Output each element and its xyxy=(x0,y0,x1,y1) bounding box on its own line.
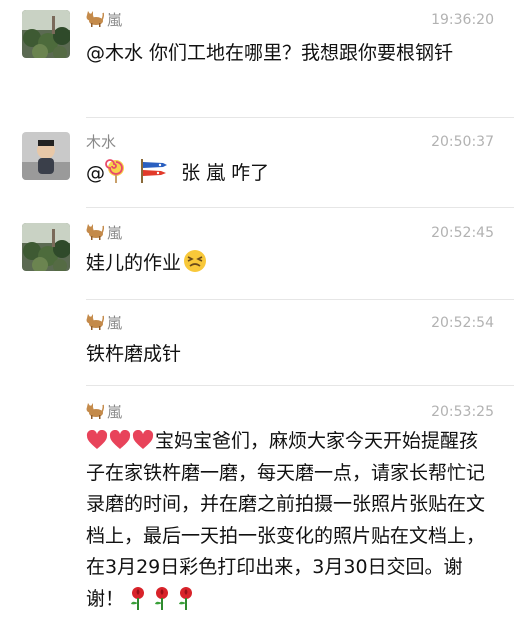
message-2: 木水 20:50:37 @ 张 嵐 咋了 xyxy=(0,132,514,202)
timestamp: 20:50:37 xyxy=(431,134,494,150)
divider xyxy=(86,385,514,386)
sender-name[interactable]: 嵐 xyxy=(86,402,122,422)
sender-name[interactable]: 嵐 xyxy=(86,313,122,333)
rose-icon xyxy=(131,586,145,610)
heart-icon xyxy=(86,430,108,449)
avatar[interactable] xyxy=(22,10,70,58)
timestamp: 19:36:20 xyxy=(431,12,494,28)
cat-icon xyxy=(86,224,104,240)
message-5: 嵐 20:53:25 宝妈宝爸们，麻烦大家今天开始提醒孩子在家铁杵磨一磨，每天磨… xyxy=(0,402,514,629)
heart-icon xyxy=(109,430,131,449)
message-text: @ 张 嵐 咋了 xyxy=(86,158,492,189)
message-text: @木水 你们工地在哪里？我想跟你要根钢钎 xyxy=(86,42,454,64)
message-text: 娃儿的作业 xyxy=(86,248,492,279)
divider xyxy=(86,299,514,300)
timestamp: 20:52:45 xyxy=(431,225,494,241)
cat-icon xyxy=(86,11,104,27)
carp-streamer-icon xyxy=(141,159,168,183)
message-4: 嵐 20:52:54 铁杵磨成针 xyxy=(0,313,514,383)
message-text: 铁杵磨成针 xyxy=(86,343,182,365)
message-3: 嵐 20:52:45 娃儿的作业 xyxy=(0,223,514,293)
cat-icon xyxy=(86,314,104,330)
sender-name[interactable]: 嵐 xyxy=(86,10,122,30)
rose-icon xyxy=(179,586,193,610)
lollipop-icon xyxy=(105,159,124,183)
cat-icon xyxy=(86,403,104,419)
timestamp: 20:53:25 xyxy=(431,404,494,420)
sender-name[interactable]: 嵐 xyxy=(86,223,122,243)
heart-icon xyxy=(132,430,154,449)
persevering-face-icon xyxy=(184,250,207,272)
divider xyxy=(86,207,514,208)
timestamp: 20:52:54 xyxy=(431,315,494,331)
avatar[interactable] xyxy=(22,132,70,180)
sender-name[interactable]: 木水 xyxy=(86,132,116,152)
message-text: 宝妈宝爸们，麻烦大家今天开始提醒孩子在家铁杵磨一磨，每天磨一点，请家长帮忙记录磨… xyxy=(86,430,486,610)
avatar[interactable] xyxy=(22,223,70,271)
message-1: 嵐 19:36:20 @木水 你们工地在哪里？我想跟你要根钢钎 xyxy=(0,10,514,110)
rose-icon xyxy=(155,586,169,610)
divider xyxy=(86,117,514,118)
